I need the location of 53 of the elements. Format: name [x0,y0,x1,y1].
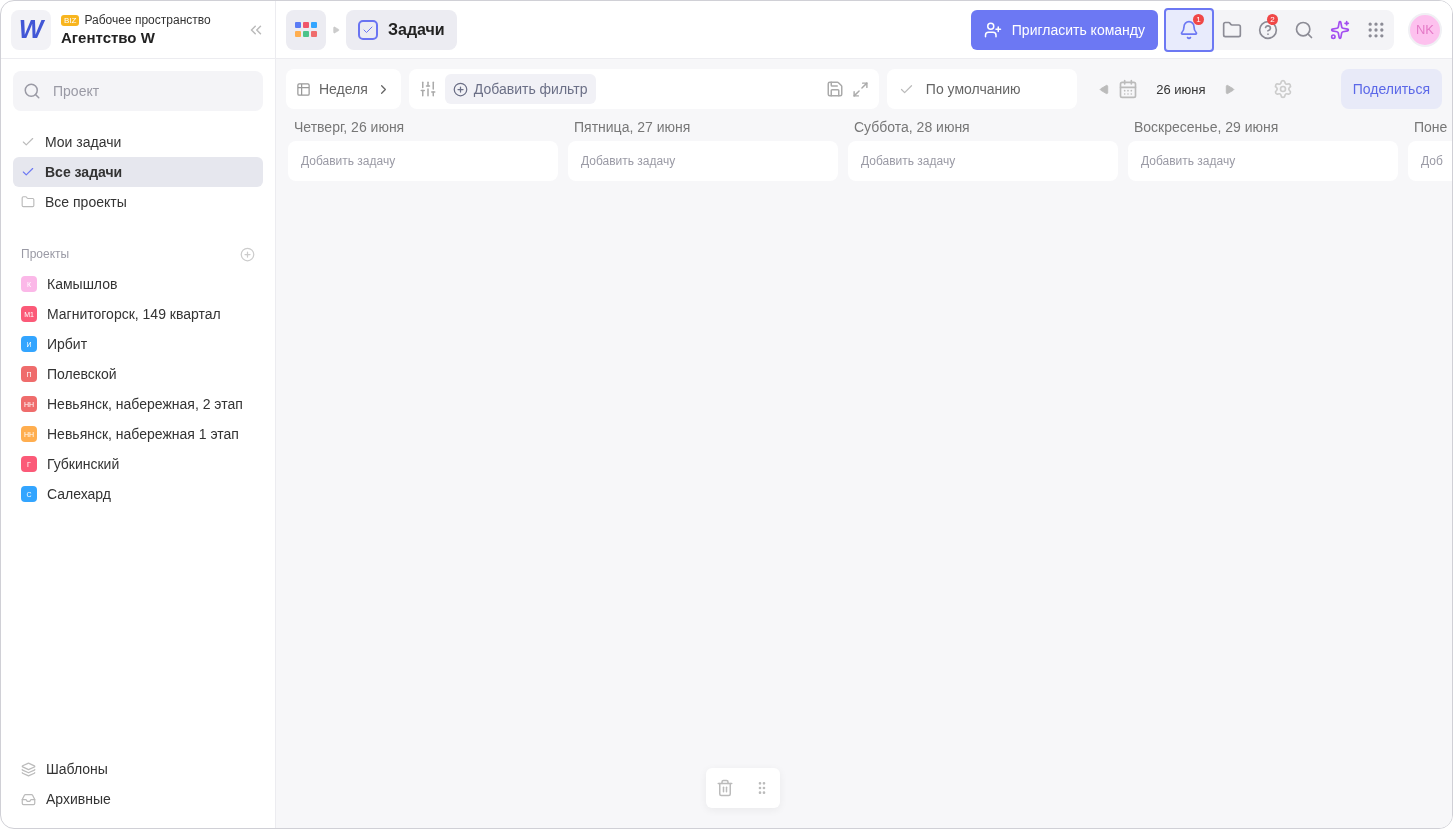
count-badge: 1 [1193,13,1204,25]
next-icon[interactable] [1223,83,1235,95]
toolbar-button[interactable]: 1 [1164,7,1214,52]
sparkles-icon [1330,19,1350,40]
toolbar-button[interactable]: 2 [1250,9,1286,50]
check-icon [21,165,35,179]
day-title: Поне [1413,119,1449,135]
settings-icon[interactable] [1272,79,1293,99]
date-label: 26 июня [1155,81,1207,97]
save-icon[interactable] [825,80,844,98]
separator-icon [332,25,340,34]
nav-item[interactable]: Все проекты [13,187,263,217]
workspace-name[interactable]: Агентство W [61,29,237,46]
apps-button[interactable] [286,9,326,50]
add-filter-button[interactable]: Добавить фильтр [444,74,596,104]
sort-button[interactable]: По умолчанию [886,69,1077,109]
previous-icon[interactable] [1098,83,1110,95]
day-title: Пятница, 27 июня [573,119,692,135]
search-field[interactable]: Проект [13,71,263,111]
add-user-icon [983,20,1002,39]
plan-badge: BIZ [61,14,80,26]
sliders-icon[interactable] [418,80,437,98]
view-button[interactable]: Неделя [286,69,401,109]
search-icon [23,82,41,100]
calendar-icon[interactable] [1117,79,1138,99]
expand-icon[interactable] [851,80,869,98]
count-badge: 2 [1267,13,1278,25]
layers-icon [21,761,36,777]
share-button[interactable]: Поделиться [1340,69,1442,109]
plus-icon [452,81,468,97]
add-icon[interactable] [240,246,255,262]
day-title: Воскресенье, 29 июня [1133,119,1280,135]
folder-icon [21,195,35,209]
day-title: Четверг, 26 июня [293,119,406,135]
invite-button[interactable]: Пригласить команду [970,9,1158,50]
nav-item[interactable]: Мои задачи [13,127,263,157]
bell-icon [1179,19,1199,40]
breadcrumb-tab[interactable]: Задачи [346,9,457,50]
footer-item[interactable]: Архивные [13,784,263,814]
apps-icon [295,21,317,38]
folder-icon [1222,19,1242,40]
day-title: Суббота, 28 июня [853,119,971,135]
search-icon [1294,19,1314,40]
table-icon [296,81,311,97]
inbox-icon [21,791,36,807]
workspace-caption: Рабочее пространство [84,13,211,27]
nav-item[interactable]: Все задачи [13,157,263,187]
logo: W [11,9,51,50]
section-title: Проекты [21,247,70,261]
check-icon [21,135,35,149]
footer-item[interactable]: Шаблоны [13,754,263,784]
trash-icon[interactable] [716,779,734,797]
help-icon [1258,19,1278,40]
